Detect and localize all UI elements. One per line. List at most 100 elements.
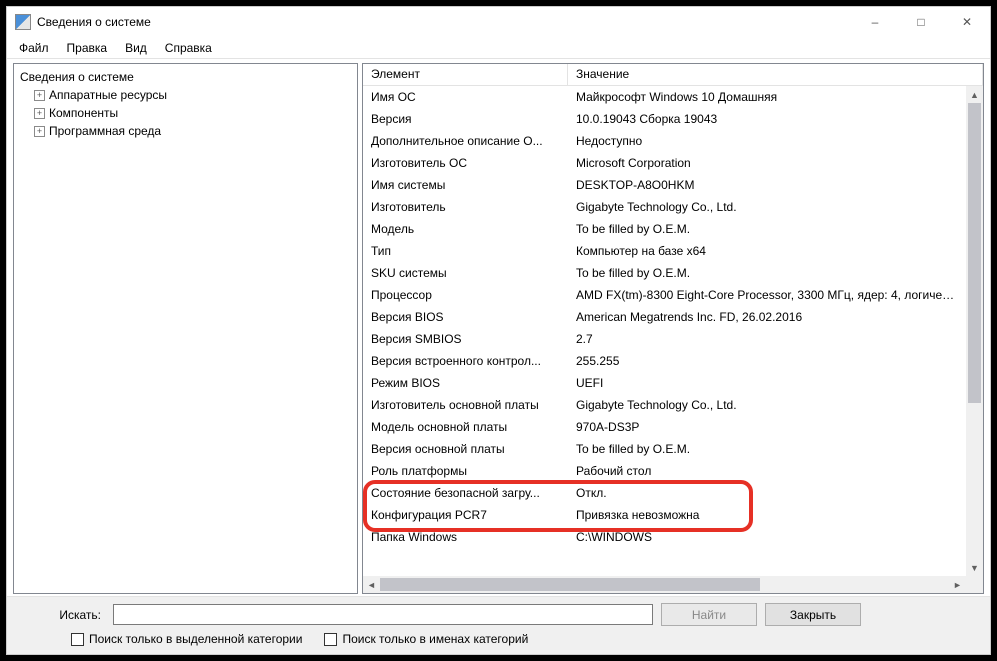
tree-item-software-env[interactable]: + Программная среда <box>20 122 351 140</box>
details-body: Имя ОСМайкрософт Windows 10 ДомашняяВерс… <box>363 86 983 593</box>
cell-element: Изготовитель <box>363 200 568 214</box>
checkbox-icon <box>324 633 337 646</box>
cell-value: 255.255 <box>568 354 966 368</box>
table-row[interactable]: Версия SMBIOS2.7 <box>363 328 966 350</box>
cell-value: Microsoft Corporation <box>568 156 966 170</box>
search-input[interactable] <box>113 604 653 625</box>
menu-help[interactable]: Справка <box>157 39 220 57</box>
cell-element: Изготовитель основной платы <box>363 398 568 412</box>
cell-element: Изготовитель ОС <box>363 156 568 170</box>
table-row[interactable]: ИзготовительGigabyte Technology Co., Ltd… <box>363 196 966 218</box>
cell-element: Папка Windows <box>363 530 568 544</box>
tree: Сведения о системе + Аппаратные ресурсы … <box>18 66 353 142</box>
close-button[interactable]: ✕ <box>944 7 990 37</box>
cell-value: To be filled by O.E.M. <box>568 266 966 280</box>
search-options: Поиск только в выделенной категории Поис… <box>15 632 982 646</box>
app-icon <box>15 14 31 30</box>
window-controls: – □ ✕ <box>852 7 990 37</box>
titlebar: Сведения о системе – □ ✕ <box>7 7 990 37</box>
checkbox-selected-category[interactable]: Поиск только в выделенной категории <box>71 632 302 646</box>
tree-item-hardware[interactable]: + Аппаратные ресурсы <box>20 86 351 104</box>
cell-value: AMD FX(tm)-8300 Eight-Core Processor, 33… <box>568 288 966 302</box>
menu-view[interactable]: Вид <box>117 39 155 57</box>
cell-value: To be filled by O.E.M. <box>568 222 966 236</box>
search-label: Искать: <box>15 608 105 622</box>
scroll-thumb[interactable] <box>968 103 981 403</box>
table-row[interactable]: Роль платформыРабочий стол <box>363 460 966 482</box>
table-row[interactable]: Состояние безопасной загру...Откл. <box>363 482 966 504</box>
scroll-left-button[interactable]: ◄ <box>363 576 380 593</box>
column-header-element[interactable]: Элемент <box>363 64 568 85</box>
vertical-scrollbar[interactable]: ▲ ▼ <box>966 86 983 576</box>
expand-icon[interactable]: + <box>34 90 45 101</box>
cell-value: American Megatrends Inc. FD, 26.02.2016 <box>568 310 966 324</box>
cell-element: Состояние безопасной загру... <box>363 486 568 500</box>
scroll-track[interactable] <box>966 103 983 559</box>
scroll-track[interactable] <box>380 576 949 593</box>
expand-icon[interactable]: + <box>34 108 45 119</box>
close-search-button[interactable]: Закрыть <box>765 603 861 626</box>
expand-icon[interactable]: + <box>34 126 45 137</box>
cell-element: Модель основной платы <box>363 420 568 434</box>
table-row[interactable]: Папка WindowsC:\WINDOWS <box>363 526 966 548</box>
cell-value: Компьютер на базе x64 <box>568 244 966 258</box>
table-row[interactable]: Версия BIOSAmerican Megatrends Inc. FD, … <box>363 306 966 328</box>
scroll-down-button[interactable]: ▼ <box>966 559 983 576</box>
checkbox-label: Поиск только в выделенной категории <box>89 632 302 646</box>
table-row[interactable]: Конфигурация PCR7Привязка невозможна <box>363 504 966 526</box>
cell-element: Модель <box>363 222 568 236</box>
scroll-corner <box>966 576 983 593</box>
details-pane: Элемент Значение Имя ОСМайкрософт Window… <box>362 63 984 594</box>
search-row: Искать: Найти Закрыть <box>15 603 982 626</box>
table-row[interactable]: Версия основной платыTo be filled by O.E… <box>363 438 966 460</box>
cell-element: Процессор <box>363 288 568 302</box>
cell-element: SKU системы <box>363 266 568 280</box>
cell-value: UEFI <box>568 376 966 390</box>
cell-value: 970A-DS3P <box>568 420 966 434</box>
cell-element: Имя ОС <box>363 90 568 104</box>
scroll-up-button[interactable]: ▲ <box>966 86 983 103</box>
cell-element: Тип <box>363 244 568 258</box>
app-window: Сведения о системе – □ ✕ Файл Правка Вид… <box>6 6 991 655</box>
cell-element: Дополнительное описание О... <box>363 134 568 148</box>
table-row[interactable]: МодельTo be filled by O.E.M. <box>363 218 966 240</box>
horizontal-scrollbar[interactable]: ◄ ► <box>363 576 966 593</box>
table-row[interactable]: Изготовитель основной платыGigabyte Tech… <box>363 394 966 416</box>
cell-element: Версия встроенного контрол... <box>363 354 568 368</box>
table-row[interactable]: Версия встроенного контрол...255.255 <box>363 350 966 372</box>
table-row[interactable]: SKU системыTo be filled by O.E.M. <box>363 262 966 284</box>
find-button[interactable]: Найти <box>661 603 757 626</box>
scroll-right-button[interactable]: ► <box>949 576 966 593</box>
menu-edit[interactable]: Правка <box>59 39 116 57</box>
table-row[interactable]: Модель основной платы970A-DS3P <box>363 416 966 438</box>
table-row[interactable]: Версия10.0.19043 Сборка 19043 <box>363 108 966 130</box>
scroll-thumb[interactable] <box>380 578 760 591</box>
table-row[interactable]: Изготовитель ОСMicrosoft Corporation <box>363 152 966 174</box>
table-row[interactable]: ПроцессорAMD FX(tm)-8300 Eight-Core Proc… <box>363 284 966 306</box>
cell-element: Версия основной платы <box>363 442 568 456</box>
checkbox-category-names[interactable]: Поиск только в именах категорий <box>324 632 528 646</box>
cell-value: Недоступно <box>568 134 966 148</box>
column-header-value[interactable]: Значение <box>568 64 983 85</box>
table-row[interactable]: Дополнительное описание О...Недоступно <box>363 130 966 152</box>
cell-value: Майкрософт Windows 10 Домашняя <box>568 90 966 104</box>
table-row[interactable]: Имя ОСМайкрософт Windows 10 Домашняя <box>363 86 966 108</box>
menubar: Файл Правка Вид Справка <box>7 37 990 59</box>
cell-value: Gigabyte Technology Co., Ltd. <box>568 398 966 412</box>
menu-file[interactable]: Файл <box>11 39 57 57</box>
table-row[interactable]: Имя системыDESKTOP-A8O0HKM <box>363 174 966 196</box>
tree-root-label: Сведения о системе <box>20 70 134 84</box>
window-title: Сведения о системе <box>37 15 852 29</box>
rows-container: Имя ОСМайкрософт Windows 10 ДомашняяВерс… <box>363 86 966 576</box>
tree-root-node[interactable]: Сведения о системе <box>20 68 351 86</box>
maximize-button[interactable]: □ <box>898 7 944 37</box>
table-row[interactable]: Режим BIOSUEFI <box>363 372 966 394</box>
tree-item-components[interactable]: + Компоненты <box>20 104 351 122</box>
cell-value: Gigabyte Technology Co., Ltd. <box>568 200 966 214</box>
cell-element: Версия SMBIOS <box>363 332 568 346</box>
tree-item-label: Компоненты <box>49 106 118 120</box>
search-area: Искать: Найти Закрыть Поиск только в выд… <box>7 596 990 654</box>
minimize-button[interactable]: – <box>852 7 898 37</box>
table-row[interactable]: ТипКомпьютер на базе x64 <box>363 240 966 262</box>
cell-value: 10.0.19043 Сборка 19043 <box>568 112 966 126</box>
